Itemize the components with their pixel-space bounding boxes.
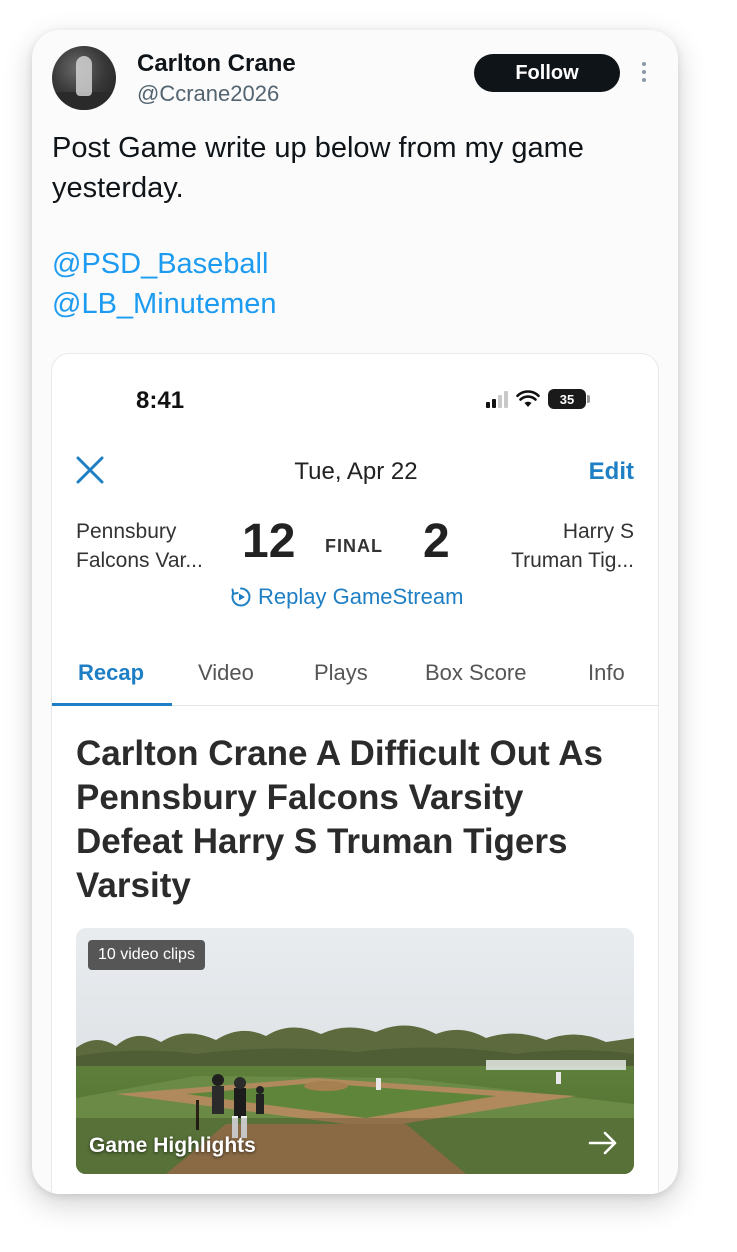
follow-button[interactable]: Follow: [474, 54, 620, 92]
game-tabs: Recap Video Plays Box Score Info: [52, 644, 658, 706]
video-clips-badge: 10 video clips: [88, 940, 205, 970]
video-title: Game Highlights: [89, 1134, 256, 1157]
replay-label: Replay GameStream: [258, 584, 464, 609]
tab-box-score[interactable]: Box Score: [425, 660, 527, 686]
video-highlights-card[interactable]: 10 video clips Game Highlights: [76, 928, 634, 1174]
status-bar-icons: 35: [486, 388, 590, 410]
battery-icon: 35: [548, 389, 590, 409]
replay-gamestream-link[interactable]: Replay GameStream: [230, 584, 463, 610]
wifi-icon: [516, 390, 540, 407]
home-team-line: Falcons Var...: [76, 549, 203, 572]
away-team-name[interactable]: Harry S Truman Tig...: [474, 517, 634, 575]
away-score: 2: [423, 515, 450, 568]
tweet-text: Post Game write up below from my game ye…: [52, 132, 584, 204]
avatar-player-figure: [76, 56, 92, 96]
recap-headline: Carlton Crane A Difficult Out As Pennsbu…: [76, 734, 603, 905]
mention-link[interactable]: @PSD_Baseball: [52, 244, 268, 284]
active-tab-indicator: [52, 703, 172, 706]
home-score: 12: [242, 515, 296, 568]
embedded-screenshot[interactable]: 8:41 35 Tue, Apr 22 Edit Pennsbury Falco…: [51, 353, 659, 1194]
home-team-name[interactable]: Pennsbury Falcons Var...: [76, 517, 236, 575]
more-options-icon[interactable]: [638, 62, 650, 88]
tab-info[interactable]: Info: [588, 660, 625, 686]
signal-icon: [486, 390, 508, 408]
home-team-line: Pennsbury: [76, 520, 177, 543]
replay-icon: [231, 587, 251, 607]
edit-button[interactable]: Edit: [589, 458, 634, 486]
avatar[interactable]: [52, 46, 116, 110]
away-team-line: Truman Tig...: [511, 549, 634, 572]
tweet-card: Carlton Crane @Ccrane2026 Follow Post Ga…: [32, 30, 678, 1194]
game-date: Tue, Apr 22: [294, 458, 418, 485]
mention-link[interactable]: @LB_Minutemen: [52, 284, 277, 324]
tab-plays[interactable]: Plays: [314, 660, 368, 686]
tab-video[interactable]: Video: [198, 660, 254, 686]
away-team-line: Harry S: [562, 520, 634, 543]
tab-recap[interactable]: Recap: [78, 660, 144, 686]
status-bar-time: 8:41: [136, 387, 185, 414]
author-handle[interactable]: @Ccrane2026: [137, 81, 279, 107]
game-status: FINAL: [325, 536, 383, 556]
author-name[interactable]: Carlton Crane: [137, 50, 296, 78]
arrow-right-icon[interactable]: [588, 1130, 618, 1156]
